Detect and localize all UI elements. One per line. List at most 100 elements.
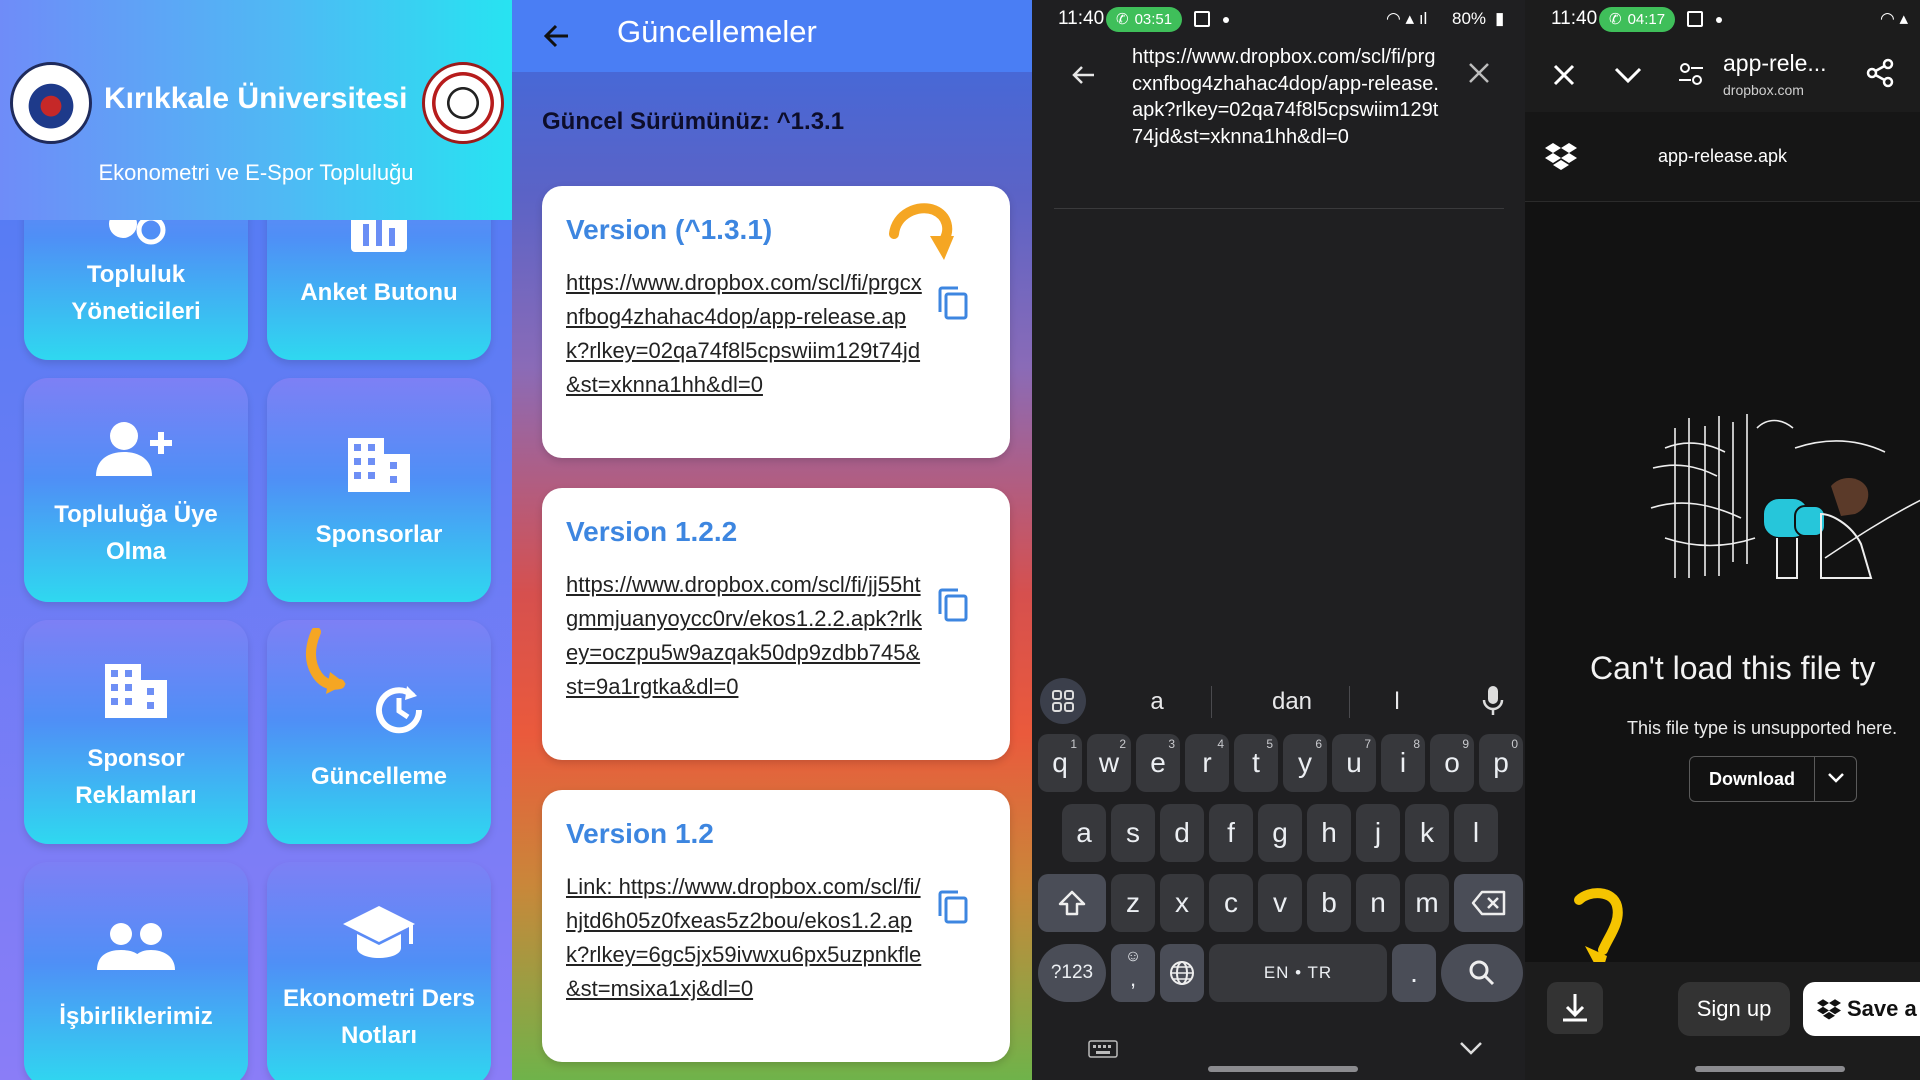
version-link[interactable]: https://www.dropbox.com/scl/fi/prgcxnfbo… (566, 266, 926, 402)
battery-level: 80% (1452, 9, 1487, 28)
dropbox-logo-icon (1817, 999, 1841, 1020)
tile-guncelleme[interactable]: Güncelleme (267, 620, 491, 844)
key-o[interactable]: o9 (1430, 734, 1474, 792)
download-icon-button[interactable] (1547, 982, 1603, 1034)
version-card: Version 1.2 Link: https://www.dropbox.co… (542, 790, 1010, 1062)
notification-dot (1223, 17, 1229, 23)
period-key[interactable]: . (1392, 944, 1436, 1002)
tile-label: İşbirliklerimiz (59, 1003, 213, 1030)
keyboard: a dan l q1 w2 e3 r4 t5 y6 u7 i8 o9 p0 a … (1032, 656, 1525, 1080)
version-title: Version (^1.3.1) (566, 214, 773, 245)
mic-icon[interactable] (1480, 684, 1506, 718)
image-icon (1194, 11, 1210, 27)
copy-icon[interactable] (936, 284, 970, 322)
key-r[interactable]: r4 (1185, 734, 1229, 792)
key-m[interactable]: m (1405, 874, 1449, 932)
version-card: Version 1.2.2 https://www.dropbox.com/sc… (542, 488, 1010, 760)
key-d[interactable]: d (1160, 804, 1204, 862)
close-icon[interactable] (1551, 62, 1577, 88)
globe-key[interactable] (1160, 944, 1204, 1002)
backspace-key[interactable] (1454, 874, 1523, 932)
back-arrow-icon[interactable] (1068, 60, 1098, 90)
apps-grid-icon[interactable] (1040, 678, 1086, 724)
space-key[interactable]: EN • TR (1209, 944, 1387, 1002)
key-k[interactable]: k (1405, 804, 1449, 862)
search-key[interactable] (1441, 944, 1523, 1002)
key-j[interactable]: j (1356, 804, 1400, 862)
app-header: Kırıkkale Üniversitesi Ekonometri ve E-S… (0, 0, 512, 220)
error-message: This file type is unsupported here. (1627, 718, 1898, 738)
key-s[interactable]: s (1111, 804, 1155, 862)
group-icon (24, 922, 248, 972)
dropbox-header: app-release.apk (1525, 112, 1920, 202)
key-w[interactable]: w2 (1087, 734, 1131, 792)
status-bar: 11:40 ✆ 03:51 ◠ ▴ ıl 80% ▮ (1032, 0, 1525, 40)
key-x[interactable]: x (1160, 874, 1204, 932)
page-title: Güncellemeler (617, 14, 817, 49)
url-input[interactable]: https://www.dropbox.com/scl/fi/prgcxnfbo… (1132, 44, 1442, 150)
key-p[interactable]: p0 (1479, 734, 1523, 792)
tab-title: app-rele... (1723, 50, 1827, 76)
copy-icon[interactable] (936, 888, 970, 926)
shift-key[interactable] (1038, 874, 1106, 932)
chevron-down-icon[interactable] (1826, 771, 1846, 785)
key-i[interactable]: i8 (1381, 734, 1425, 792)
back-arrow-icon[interactable] (538, 18, 574, 54)
key-h[interactable]: h (1307, 804, 1351, 862)
chevron-down-icon[interactable] (1613, 64, 1643, 86)
battery-icon: ▮ (1495, 9, 1505, 28)
suggestion[interactable]: a (1132, 688, 1182, 716)
chevron-down-icon[interactable] (1458, 1038, 1484, 1058)
save-button[interactable]: Save a (1803, 982, 1920, 1036)
school-icon (267, 904, 491, 960)
tile-ekonometri-ders-notlari[interactable]: Ekonometri Ders Notları (267, 862, 491, 1080)
call-timer: 04:17 (1627, 11, 1666, 28)
status-time: 11:40 (1058, 8, 1105, 29)
share-icon[interactable] (1865, 58, 1895, 88)
download-icon (1563, 994, 1587, 1022)
browser-keyboard-panel: 11:40 ✆ 03:51 ◠ ▴ ıl 80% ▮ https://www.dr… (1032, 0, 1525, 1080)
key-v[interactable]: v (1258, 874, 1302, 932)
site-settings-icon[interactable] (1677, 60, 1705, 88)
error-title: Can't load this file ty (1590, 650, 1876, 686)
tile-isbirliklerimiz[interactable]: İşbirliklerimiz (24, 862, 248, 1080)
backspace-icon (1471, 890, 1505, 916)
tile-sponsorlar[interactable]: Sponsorlar (267, 378, 491, 602)
key-l[interactable]: l (1454, 804, 1498, 862)
tile-topluluga-uye-olma[interactable]: Topluluğa Üye Olma (24, 378, 248, 602)
key-f[interactable]: f (1209, 804, 1253, 862)
key-g[interactable]: g (1258, 804, 1302, 862)
shift-icon (1058, 890, 1086, 916)
version-link[interactable]: https://www.dropbox.com/scl/fi/jj55htgmm… (566, 568, 926, 704)
version-link[interactable]: Link: https://www.dropbox.com/scl/fi/hjt… (566, 870, 926, 1006)
tile-label: Sponsor Reklamları (75, 745, 197, 809)
suggestion[interactable]: dan (1232, 688, 1352, 716)
key-e[interactable]: e3 (1136, 734, 1180, 792)
copy-icon[interactable] (936, 586, 970, 624)
call-timer: 03:51 (1134, 11, 1173, 28)
key-y[interactable]: y6 (1283, 734, 1327, 792)
app-title: Kırıkkale Üniversitesi (104, 82, 408, 115)
download-split-button[interactable]: Download (1689, 756, 1857, 802)
sign-up-button[interactable]: Sign up (1678, 982, 1790, 1036)
key-n[interactable]: n (1356, 874, 1400, 932)
key-z[interactable]: z (1111, 874, 1155, 932)
emoji-key[interactable]: ☺ , (1111, 944, 1155, 1002)
key-c[interactable]: c (1209, 874, 1253, 932)
update-icon (287, 678, 511, 742)
suggestion[interactable]: l (1362, 688, 1432, 716)
call-indicator: ✆ 04:17 (1599, 7, 1676, 32)
key-u[interactable]: u7 (1332, 734, 1376, 792)
key-a[interactable]: a (1062, 804, 1106, 862)
version-title: Version 1.2 (566, 818, 714, 849)
tile-sponsor-reklamlari[interactable]: Sponsor Reklamları (24, 620, 248, 844)
numbers-key[interactable]: ?123 (1038, 944, 1106, 1002)
key-q[interactable]: q1 (1038, 734, 1082, 792)
clear-icon[interactable] (1466, 60, 1492, 86)
keyboard-icon[interactable] (1088, 1040, 1118, 1058)
key-b[interactable]: b (1307, 874, 1351, 932)
key-t[interactable]: t5 (1234, 734, 1278, 792)
tab-domain: dropbox.com (1723, 82, 1804, 98)
current-version-label: Güncel Sürümünüz: ^1.3.1 (542, 108, 845, 135)
download-button[interactable]: Download (1690, 757, 1814, 801)
